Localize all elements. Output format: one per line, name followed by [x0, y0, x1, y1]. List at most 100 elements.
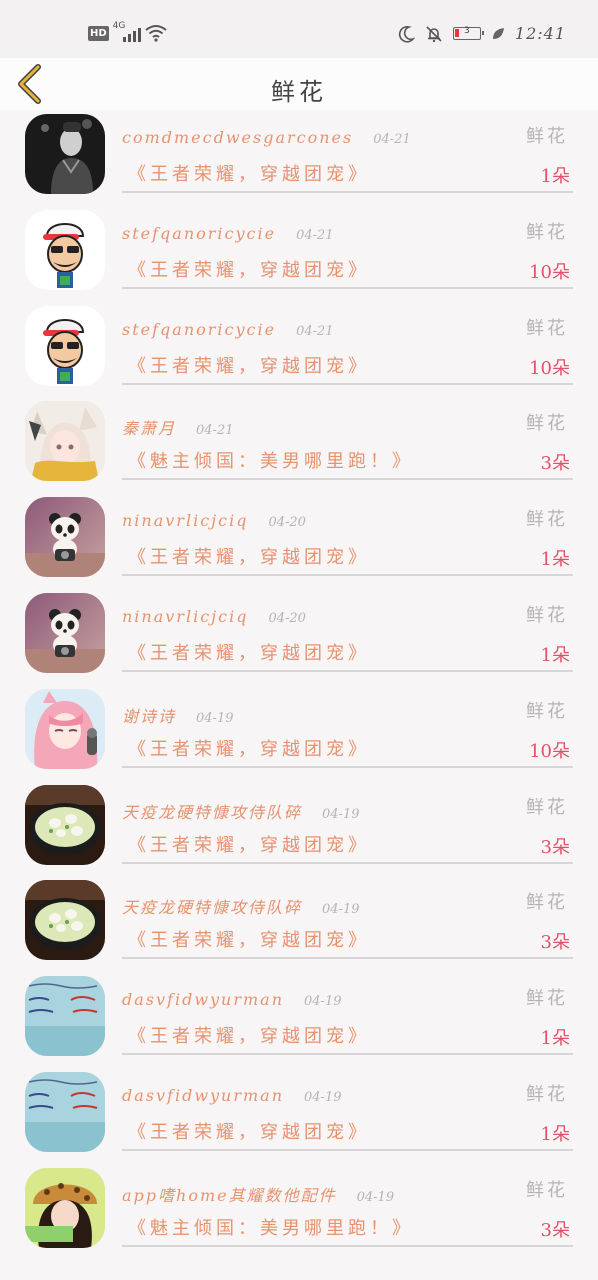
- row-divider: [122, 1244, 573, 1247]
- avatar[interactable]: [25, 209, 105, 290]
- gift-date: 04-21: [296, 323, 334, 339]
- row-divider: [122, 574, 573, 577]
- row-divider: [122, 286, 573, 289]
- sender-name: 天疫龙硬特慷攻侍队碎 04-19: [122, 799, 360, 823]
- hd-badge: HD: [88, 25, 109, 41]
- gift-date: 04-21: [373, 132, 411, 147]
- gift-row[interactable]: 谢诗诗 04-19 鲜花 《王者荣耀，穿越团宠》 10朵: [0, 685, 598, 781]
- gift-quantity: 3朵: [540, 453, 570, 475]
- avatar[interactable]: [25, 1071, 105, 1152]
- sender-name-text: 秦萧月: [122, 419, 177, 439]
- gift-type: 鲜花: [526, 1083, 568, 1105]
- page-title: 鲜花: [271, 78, 327, 106]
- gift-row[interactable]: app嗜home其耀数他配件 04-19 鲜花 《魅主倾国：美男哪里跑！》 3朵: [0, 1164, 598, 1260]
- moon-icon: [398, 25, 415, 43]
- sender-name-text: 天疫龙硬特慷攻侍队碎: [122, 898, 303, 918]
- book-title[interactable]: 《王者荣耀，穿越团宠》: [128, 160, 370, 186]
- gift-quantity: 3朵: [540, 932, 570, 954]
- gift-date: 04-19: [304, 1089, 342, 1105]
- gift-quantity: 3朵: [540, 1219, 570, 1241]
- status-right: 3 12:41: [397, 24, 566, 43]
- status-left: HD 4G: [88, 21, 167, 42]
- avatar[interactable]: [25, 976, 105, 1057]
- gift-row[interactable]: stefqanoricycie 04-21 鲜花 《王者荣耀，穿越团宠》 10朵: [0, 302, 598, 398]
- gift-type: 鲜花: [526, 126, 568, 147]
- gift-date: 04-20: [268, 610, 306, 626]
- gift-quantity: 1朵: [540, 166, 570, 187]
- gift-row[interactable]: comdmecdwesgarcones 04-21 鲜花《王者荣耀，穿越团宠》 1朵: [0, 110, 598, 206]
- sender-name: 谢诗诗 04-19: [122, 703, 234, 727]
- book-title[interactable]: 《王者荣耀，穿越团宠》: [128, 639, 370, 665]
- avatar[interactable]: [25, 592, 105, 673]
- book-title[interactable]: 《王者荣耀，穿越团宠》: [128, 1118, 370, 1144]
- sender-name: dasvfidwyurman 04-19: [122, 1086, 342, 1105]
- sender-name-text: ninavrlicjciq: [122, 606, 249, 626]
- sender-name-text: dasvfidwyurman: [122, 990, 285, 1010]
- row-divider: [122, 191, 573, 193]
- book-title[interactable]: 《王者荣耀，穿越团宠》: [128, 831, 370, 857]
- sender-name-text: 天疫龙硬特慷攻侍队碎: [122, 802, 303, 822]
- gift-type: 鲜花: [526, 1179, 568, 1201]
- book-title[interactable]: 《王者荣耀，穿越团宠》: [128, 735, 370, 761]
- avatar[interactable]: [25, 1167, 105, 1248]
- row-divider: [122, 861, 573, 864]
- gift-row[interactable]: ninavrlicjciq 04-20 鲜花 《王者荣耀，穿越团宠》 1朵: [0, 589, 598, 685]
- avatar[interactable]: [25, 305, 105, 386]
- gift-row[interactable]: stefqanoricycie 04-21 鲜花 《王者荣耀，穿越团宠》 10朵: [0, 206, 598, 302]
- clock: 12:41: [514, 24, 566, 43]
- sender-name-text: app嗜home其耀数他配件: [122, 1185, 337, 1205]
- book-title[interactable]: 《王者荣耀，穿越团宠》: [128, 926, 370, 952]
- avatar[interactable]: [25, 688, 105, 769]
- avatar[interactable]: [25, 880, 105, 961]
- signal-icon: 4G: [113, 21, 141, 42]
- avatar[interactable]: [25, 784, 105, 865]
- gift-type: 鲜花: [526, 509, 568, 531]
- book-title[interactable]: 《魅主倾国：美男哪里跑！》: [128, 1214, 414, 1240]
- sender-name-text: comdmecdwesgarcones: [122, 128, 354, 147]
- row-divider: [122, 957, 573, 960]
- avatar[interactable]: [25, 114, 105, 194]
- avatar[interactable]: [25, 401, 105, 482]
- sender-name-text: stefqanoricycie: [122, 223, 277, 243]
- gift-list: comdmecdwesgarcones 04-21 鲜花 《王者荣耀，穿越团宠》 1朵 s…: [0, 110, 598, 1260]
- sender-name: comdmecdwesgarcones 04-21: [122, 128, 411, 147]
- gift-quantity: 10朵: [529, 261, 570, 283]
- gift-row[interactable]: dasvfidwyurman 04-19 鲜花 《王者荣耀，穿越团宠》 1朵: [0, 972, 598, 1068]
- gift-type: 鲜花: [526, 700, 568, 722]
- gift-quantity: 3朵: [540, 836, 570, 858]
- gift-quantity: 1朵: [540, 1123, 570, 1145]
- bell-off-icon: [426, 25, 442, 42]
- gift-date: 04-19: [322, 806, 360, 822]
- book-title[interactable]: 《王者荣耀，穿越团宠》: [128, 1022, 370, 1048]
- sender-name: 秦萧月 04-21: [122, 415, 234, 439]
- gift-date: 04-21: [196, 423, 234, 439]
- sender-name-text: 谢诗诗: [122, 706, 177, 726]
- avatar[interactable]: [25, 497, 105, 578]
- gift-quantity: 1朵: [540, 549, 570, 571]
- sender-name: ninavrlicjciq 04-20: [122, 511, 306, 530]
- wifi-icon: [145, 25, 167, 42]
- gift-row[interactable]: 天疫龙硬特慷攻侍队碎 04-19 鲜花《王者荣耀，穿越团宠》 3朵: [0, 876, 598, 972]
- book-title[interactable]: 《魅主倾国：美男哪里跑！》: [128, 447, 414, 473]
- sender-name: 天疫龙硬特慷攻侍队碎 04-19: [122, 894, 360, 918]
- status-bar: HD 4G 3 12:41: [0, 0, 598, 58]
- gift-row[interactable]: 天疫龙硬特慷攻侍队碎 04-19 鲜花 《王者荣耀，穿越团宠》 3朵: [0, 781, 598, 877]
- sender-name: ninavrlicjciq 04-20: [122, 607, 306, 626]
- book-title[interactable]: 《王者荣耀，穿越团宠》: [128, 352, 370, 378]
- sender-name-text: ninavrlicjciq: [122, 511, 249, 531]
- gift-quantity: 1朵: [540, 644, 570, 666]
- gift-row[interactable]: dasvfidwyurman 04-19 鲜花《王者荣耀，穿越团宠》 1朵: [0, 1068, 598, 1164]
- gift-type: 鲜花: [526, 892, 568, 914]
- gift-quantity: 10朵: [529, 357, 570, 379]
- book-title[interactable]: 《王者荣耀，穿越团宠》: [128, 543, 370, 569]
- row-divider: [122, 765, 573, 768]
- gift-type: 鲜花: [526, 413, 568, 435]
- row-divider: [122, 1053, 573, 1056]
- book-title[interactable]: 《王者荣耀，穿越团宠》: [128, 256, 370, 282]
- sender-name: stefqanoricycie 04-21: [122, 320, 334, 339]
- gift-row[interactable]: 秦萧月 04-21 鲜花《魅主倾国：美男哪里跑！》 3朵: [0, 397, 598, 493]
- gift-row[interactable]: ninavrlicjciq 04-20 鲜花《王者荣耀，穿越团宠》 1朵: [0, 493, 598, 589]
- gift-date: 04-20: [268, 515, 306, 531]
- leaf-icon: [492, 27, 504, 39]
- sender-name: dasvfidwyurman 04-19: [122, 990, 342, 1009]
